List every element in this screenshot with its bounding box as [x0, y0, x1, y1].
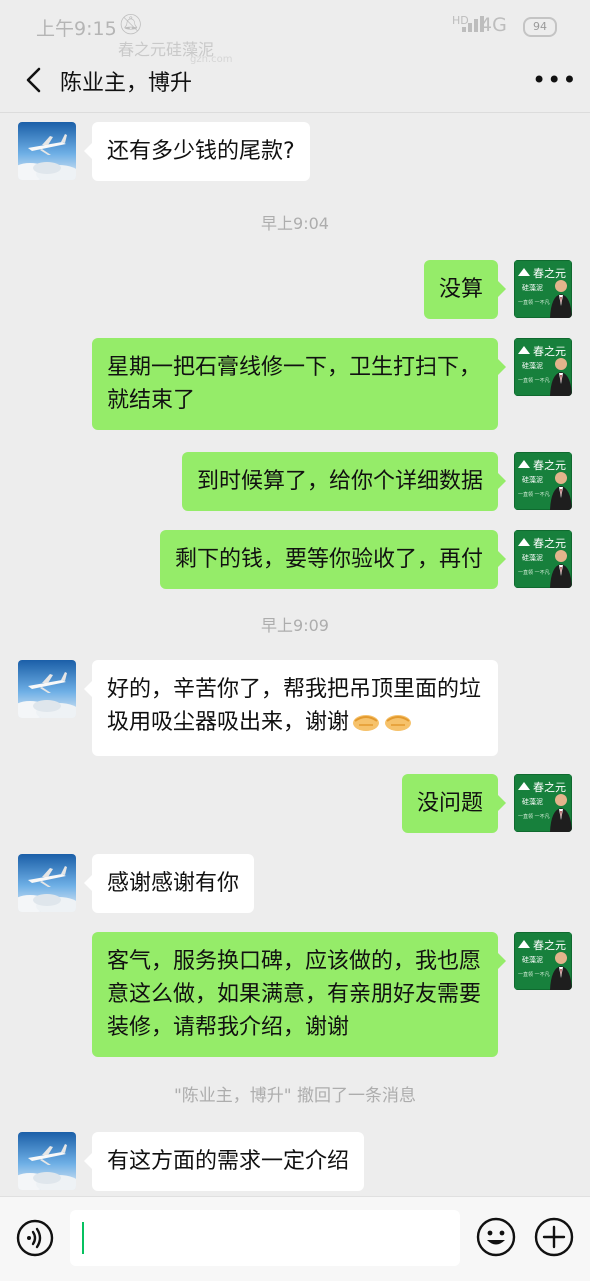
message-bubble[interactable]: 没算 — [423, 260, 507, 319]
seller-avatar[interactable]: 春之元 硅藻泥 一直领 一不凡 — [514, 932, 572, 990]
message-bubble[interactable]: 剩下的钱，要等你验收了，再付 — [159, 530, 507, 589]
svg-text:春之元: 春之元 — [533, 938, 566, 952]
chat-title: 陈业主，博升 — [60, 71, 193, 96]
buyer-avatar[interactable] — [18, 854, 76, 912]
buyer-avatar[interactable] — [18, 660, 76, 718]
svg-text:一直领 一不凡: 一直领 一不凡 — [518, 569, 550, 576]
svg-text:硅藻泥: 硅藻泥 — [522, 955, 543, 964]
message-bubble[interactable]: 感谢感谢有你 — [83, 854, 255, 913]
svg-text:硅藻泥: 硅藻泥 — [522, 553, 543, 562]
svg-text:春之元: 春之元 — [533, 266, 566, 280]
handshake-emoji-icon — [351, 710, 381, 743]
message-row: 春之元 硅藻泥 一直领 一不凡 剩下的钱，要等你验收了，再付 — [0, 521, 590, 599]
more-dots-icon[interactable]: ••• — [532, 66, 577, 94]
svg-text:一直领 一不凡: 一直领 一不凡 — [518, 299, 550, 306]
emoji-icon[interactable] — [476, 1217, 516, 1257]
timestamp: 早上9:09 — [261, 616, 329, 635]
svg-text:硅藻泥: 硅藻泥 — [522, 797, 543, 806]
status-time: 上午9:15 — [36, 18, 117, 40]
message-bubble[interactable]: 星期一把石膏线修一下，卫生打扫下，就结束了 — [92, 338, 506, 430]
seller-avatar[interactable]: 春之元 硅藻泥 一直领 一不凡 — [514, 530, 572, 588]
buyer-avatar[interactable] — [18, 122, 76, 180]
message-bubble[interactable]: 没问题 — [401, 774, 507, 833]
message-list[interactable]: 还有多少钱的尾款? 早上9:04 春之元 硅藻泥 一直领 一不凡 没算 春之元 … — [0, 113, 590, 1196]
message-row: 春之元 硅藻泥 一直领 一不凡 没算 — [0, 251, 590, 329]
status-bar: 上午9:15 🔕︎ HD 4G 94 春之元硅藻泥 gzn.com — [0, 0, 590, 65]
message-bubble[interactable]: 还有多少钱的尾款? — [84, 122, 310, 181]
mute-bell-icon: 🔕︎ — [118, 12, 144, 36]
message-row: 感谢感谢有你 — [0, 845, 590, 923]
recall-notice: "陈业主，博升" 撤回了一条消息 — [173, 1086, 417, 1106]
message-text: 好的，辛苦你了，帮我把吊顶里面的垃圾用吸尘器吸出来，谢谢 — [107, 677, 482, 735]
svg-text:一直领 一不凡: 一直领 一不凡 — [518, 813, 550, 820]
message-row: 春之元 硅藻泥 一直领 一不凡 到时候算了，给你个详细数据 — [0, 443, 590, 521]
svg-text:硅藻泥: 硅藻泥 — [522, 475, 543, 484]
svg-text:一直领 一不凡: 一直领 一不凡 — [518, 971, 550, 978]
handshake-emoji-icon — [383, 710, 413, 743]
message-row: 春之元 硅藻泥 一直领 一不凡 客气，服务换口碑，应该做的，我也愿意这么做，如果… — [0, 923, 590, 1073]
message-row: 还有多少钱的尾款? — [0, 113, 590, 201]
svg-text:一直领 一不凡: 一直领 一不凡 — [518, 491, 550, 498]
seller-avatar[interactable]: 春之元 硅藻泥 一直领 一不凡 — [514, 338, 572, 396]
chat-header: 陈业主，博升 ••• — [0, 52, 590, 108]
svg-text:一直领 一不凡: 一直领 一不凡 — [518, 377, 550, 384]
message-row: 春之元 硅藻泥 一直领 一不凡 没问题 — [0, 765, 590, 845]
message-bubble[interactable]: 好的，辛苦你了，帮我把吊顶里面的垃圾用吸尘器吸出来，谢谢 — [84, 660, 498, 756]
message-input[interactable] — [70, 1210, 460, 1266]
timestamp: 早上9:04 — [261, 214, 329, 233]
input-bar — [0, 1196, 590, 1281]
message-bubble[interactable]: 到时候算了，给你个详细数据 — [181, 452, 507, 511]
seller-avatar[interactable]: 春之元 硅藻泥 一直领 一不凡 — [514, 774, 572, 832]
svg-text:春之元: 春之元 — [533, 536, 566, 550]
text-caret — [82, 1222, 84, 1254]
message-row: 春之元 硅藻泥 一直领 一不凡 星期一把石膏线修一下，卫生打扫下，就结束了 — [0, 329, 590, 443]
message-bubble[interactable]: 客气，服务换口碑，应该做的，我也愿意这么做，如果满意，有亲朋好友需要装修，请帮我… — [92, 932, 506, 1057]
voice-input-icon[interactable] — [16, 1219, 54, 1257]
message-row: 好的，辛苦你了，帮我把吊顶里面的垃圾用吸尘器吸出来，谢谢 — [0, 651, 590, 765]
svg-text:硅藻泥: 硅藻泥 — [522, 361, 543, 370]
message-bubble[interactable]: 有这方面的需求一定介绍 — [83, 1132, 365, 1191]
svg-text:春之元: 春之元 — [533, 458, 566, 472]
seller-avatar[interactable]: 春之元 硅藻泥 一直领 一不凡 — [514, 260, 572, 318]
seller-avatar[interactable]: 春之元 硅藻泥 一直领 一不凡 — [514, 452, 572, 510]
plus-icon[interactable] — [534, 1217, 574, 1257]
battery-icon: 94 — [523, 17, 557, 37]
svg-text:硅藻泥: 硅藻泥 — [522, 283, 543, 292]
network-type: 4G — [480, 14, 507, 36]
buyer-avatar[interactable] — [18, 1132, 76, 1190]
message-row: 有这方面的需求一定介绍 — [0, 1123, 590, 1196]
chevron-left-icon[interactable] — [20, 65, 50, 95]
svg-text:春之元: 春之元 — [533, 780, 566, 794]
svg-text:春之元: 春之元 — [533, 344, 566, 358]
